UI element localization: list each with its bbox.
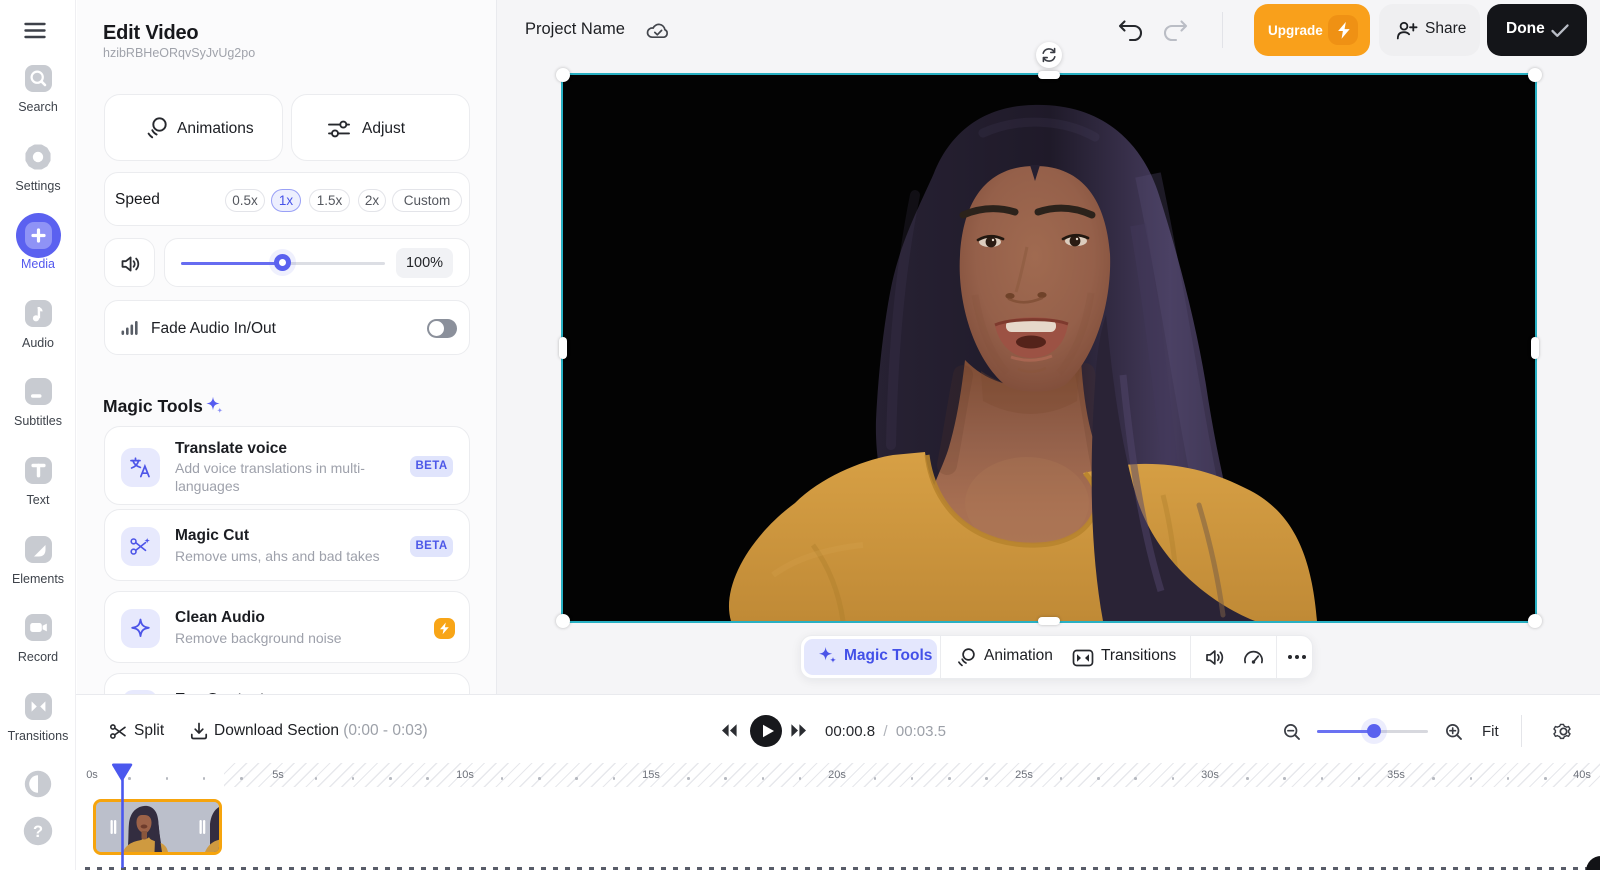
svg-text:?: ?	[33, 823, 43, 841]
